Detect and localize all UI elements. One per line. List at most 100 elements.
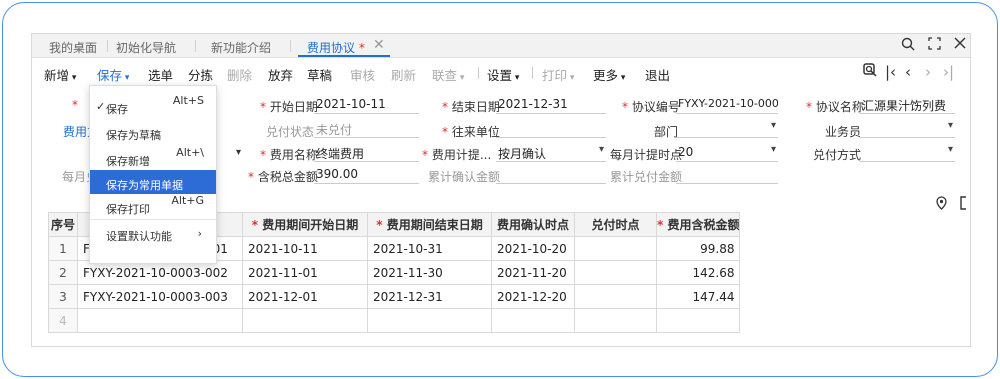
chevron-down-icon[interactable]: ▾ [236,147,241,158]
start-date-field[interactable]: 2021-10-11 [314,94,419,114]
next-record-icon[interactable]: › [925,63,931,81]
tab-init-nav[interactable]: 初始化导航 [116,39,176,56]
table-cell[interactable]: 2021-11-20 [491,260,575,285]
menu-item-save-common[interactable]: 保存为常用单据 [90,170,216,194]
column-header[interactable]: * 费用期间开始日期 [242,212,368,237]
menu-item-save-print[interactable]: 保存打印 Alt+G [90,194,216,218]
accrual-time-select[interactable]: 20 ▾ [676,142,778,162]
table-cell[interactable] [367,308,492,333]
dept-select[interactable]: ▾ [676,118,778,138]
row-index: 2 [48,260,78,285]
split-button[interactable]: 分拣 [188,65,213,84]
accrual-select[interactable]: 按月确认 ▾ [496,142,606,162]
more-button[interactable]: 更多 ▾ [593,65,625,84]
exit-button[interactable]: 退出 [645,65,670,84]
pay-method-select[interactable]: ▾ [860,142,955,162]
tab-expense-agreement[interactable]: 费用协议 * [307,39,365,56]
discard-button[interactable]: 放弃 [268,65,293,84]
total-label: * 含税总金额 [248,170,318,184]
total-field[interactable]: 390.00 [314,164,419,184]
agreement-name-label: * 协议名称 [806,100,864,114]
close-window-icon[interactable] [954,37,966,53]
clerk-label: 业务员 [825,125,862,139]
locate-icon[interactable] [863,63,877,81]
menu-item-default-function[interactable]: 设置默认功能 › [90,221,216,245]
table-cell[interactable] [574,284,657,309]
column-header[interactable]: 费用确认时点 [491,212,575,237]
table-cell[interactable] [655,308,741,333]
dept-label: 部门 [654,125,679,139]
refresh-button[interactable]: 刷新 [391,65,416,84]
app-window: 我的桌面 初始化导航 新功能介绍 费用协议 * ✕ 新增 ▾ 保存 ▾ 选单 分… [31,33,971,347]
column-header[interactable]: * 费用期间结束日期 [367,212,492,237]
last-record-icon[interactable]: ›| [943,63,954,81]
table-cell[interactable]: 2021-10-11 [242,236,368,261]
close-icon[interactable]: ✕ [373,37,385,53]
confirmed-field [496,164,606,184]
paid-field [676,164,778,184]
tab-new-features[interactable]: 新功能介绍 [211,39,271,56]
pay-status-label: 兑付状态 [266,125,315,139]
draft-button[interactable]: 草稿 [307,65,332,84]
table-row[interactable]: 3 FYXY-2021-10-0003-003 2021-12-01 2021-… [48,284,741,309]
table-cell[interactable]: 2021-10-20 [491,236,575,261]
clerk-select[interactable]: ▾ [860,118,955,138]
toolbar-divider [532,67,533,79]
table-cell[interactable] [574,308,657,333]
location-pin-icon[interactable] [936,196,947,214]
settings-button[interactable]: 设置 ▾ [487,65,519,84]
delete-button[interactable]: 删除 [227,65,252,84]
agreement-no-field[interactable]: FYXY-2021-10-0003 [676,94,778,114]
table-cell[interactable] [574,236,657,261]
search-icon[interactable] [901,37,915,55]
prev-record-icon[interactable]: ‹ [905,63,911,81]
table-cell[interactable] [491,308,575,333]
table-cell[interactable]: FYXY-2021-10-0003-002 [77,260,243,285]
select-button[interactable]: 选单 [148,65,173,84]
column-header[interactable]: * 费用含税金额 [655,212,741,237]
table-row[interactable]: 2 FYXY-2021-10-0003-002 2021-11-01 2021-… [48,260,741,285]
menu-item-save-draft[interactable]: 保存为草稿 [90,120,216,144]
chevron-down-icon: ▾ [770,144,776,155]
table-cell[interactable]: 2021-12-01 [242,284,368,309]
agreement-no-label: * 协议编号 [622,100,680,114]
menu-item-save[interactable]: ✓ 保存 Alt+S [90,94,216,118]
counterparty-field[interactable] [496,118,606,138]
menu-item-save-new[interactable]: 保存新增 Alt+\ [90,146,216,170]
table-cell[interactable]: 147.44 [655,284,741,309]
pay-method-label: 兑付方式 [813,148,862,162]
table-cell[interactable]: 2021-11-30 [367,260,492,285]
table-cell[interactable]: 142.68 [655,260,741,285]
pay-status-field: 未兑付 [314,118,419,138]
table-cell[interactable] [574,260,657,285]
table-cell[interactable] [77,308,243,333]
table-cell[interactable]: FYXY-2021-10-0003-003 [77,284,243,309]
save-button[interactable]: 保存 ▾ [97,65,129,84]
expense-name-label: * 费用名称 [260,148,318,162]
new-button[interactable]: 新增 ▾ [44,65,76,84]
table-cell[interactable]: 2021-10-31 [367,236,492,261]
table-cell[interactable] [242,308,368,333]
table-cell[interactable]: 99.88 [655,236,741,261]
chevron-down-icon: ▾ [947,120,953,131]
menu-divider [90,219,216,220]
column-header[interactable]: 序号 [48,212,78,237]
toolbar: 新增 ▾ 保存 ▾ 选单 分拣 删除 放弃 草稿 审核 刷新 联查 ▾ 设置 ▾… [32,59,970,85]
link-button[interactable]: 联查 ▾ [432,65,464,84]
column-settings-icon[interactable] [959,196,967,214]
end-date-field[interactable]: 2021-12-31 [496,94,606,114]
first-record-icon[interactable]: |‹ [885,63,896,81]
table-row[interactable]: 4 [48,308,741,333]
table-cell[interactable]: 2021-12-20 [491,284,575,309]
chevron-down-icon: ▾ [947,144,953,155]
tab-desktop[interactable]: 我的桌面 [49,39,97,56]
expense-name-field[interactable]: 终端费用 [314,142,419,162]
table-cell[interactable]: 2021-12-31 [367,284,492,309]
audit-button[interactable]: 审核 [350,65,375,84]
agreement-name-field[interactable]: 汇源果汁饬列费 [860,94,955,114]
column-header[interactable]: 兑付时点 [574,212,657,237]
fullscreen-icon[interactable] [928,37,941,54]
modified-marker: * [358,41,365,55]
print-button[interactable]: 打印 ▾ [542,65,574,84]
table-cell[interactable]: 2021-11-01 [242,260,368,285]
